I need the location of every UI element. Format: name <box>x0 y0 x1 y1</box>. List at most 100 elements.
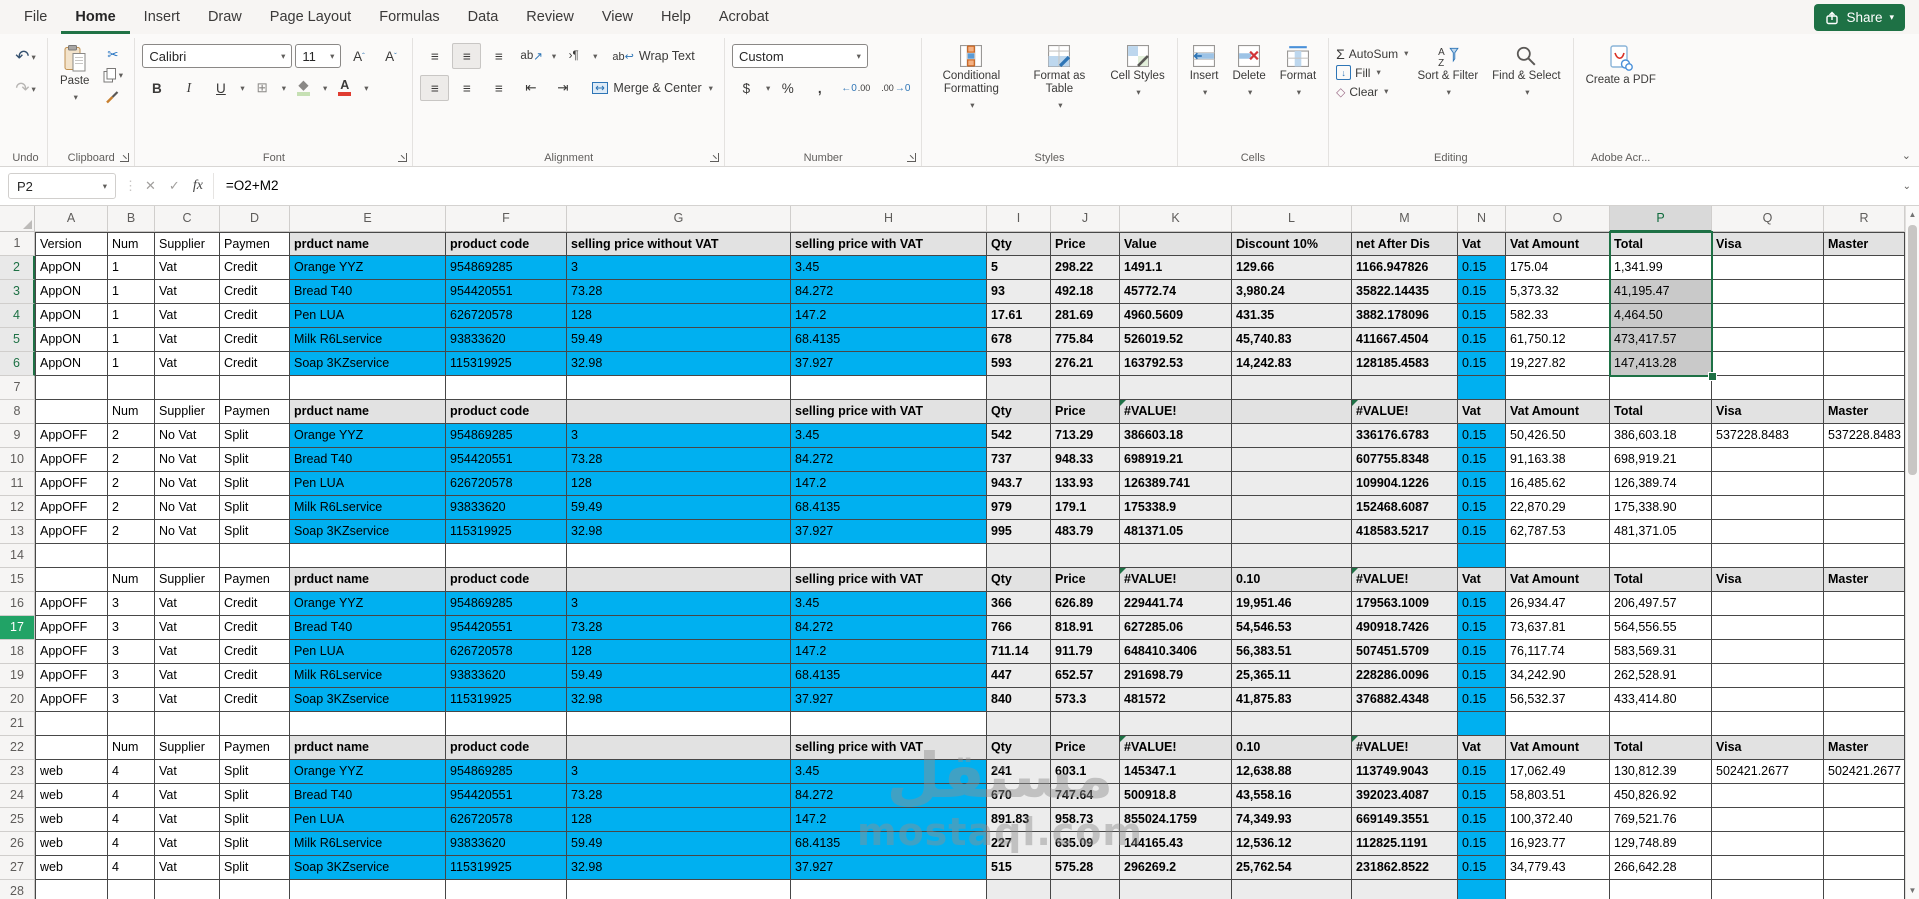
menu-tab-file[interactable]: File <box>10 0 61 34</box>
cell-B15[interactable]: Num <box>108 568 155 592</box>
cell-L27[interactable]: 25,762.54 <box>1232 856 1352 880</box>
cell-N23[interactable]: 0.15 <box>1458 760 1506 784</box>
cell-C7[interactable] <box>155 376 220 400</box>
cell-F2[interactable]: 954869285 <box>446 256 567 280</box>
cell-K18[interactable]: 648410.3406 <box>1120 640 1232 664</box>
cell-N15[interactable]: Vat <box>1458 568 1506 592</box>
cell-A7[interactable] <box>35 376 108 400</box>
cell-F7[interactable] <box>446 376 567 400</box>
cell-F10[interactable]: 954420551 <box>446 448 567 472</box>
format-painter-button[interactable] <box>98 86 127 107</box>
cell-D18[interactable]: Credit <box>220 640 290 664</box>
cell-N26[interactable]: 0.15 <box>1458 832 1506 856</box>
cell-O14[interactable] <box>1506 544 1610 568</box>
menu-tab-review[interactable]: Review <box>512 0 588 34</box>
font-name-select[interactable]: Calibri▾ <box>142 44 292 68</box>
cell-L10[interactable] <box>1232 448 1352 472</box>
formula-input[interactable]: =O2+M2 <box>213 173 1911 199</box>
cell-C15[interactable]: Supplier <box>155 568 220 592</box>
align-middle-button[interactable]: ≡ <box>452 43 481 69</box>
cell-N17[interactable]: 0.15 <box>1458 616 1506 640</box>
cell-G28[interactable] <box>567 880 791 899</box>
cell-L21[interactable] <box>1232 712 1352 736</box>
row-header-3[interactable]: 3 <box>0 280 35 304</box>
cell-K4[interactable]: 4960.5609 <box>1120 304 1232 328</box>
row-header-14[interactable]: 14 <box>0 544 35 568</box>
cell-D13[interactable]: Split <box>220 520 290 544</box>
cell-J13[interactable]: 483.79 <box>1051 520 1120 544</box>
cell-Q4[interactable] <box>1712 304 1824 328</box>
number-dialog-launcher[interactable] <box>907 153 916 162</box>
cell-A3[interactable]: AppON <box>35 280 108 304</box>
cell-R7[interactable] <box>1824 376 1905 400</box>
cell-K12[interactable]: 175338.9 <box>1120 496 1232 520</box>
cell-R10[interactable] <box>1824 448 1905 472</box>
cell-N28[interactable] <box>1458 880 1506 899</box>
cell-D19[interactable]: Credit <box>220 664 290 688</box>
cell-H2[interactable]: 3.45 <box>791 256 987 280</box>
cell-E22[interactable]: prduct name <box>290 736 446 760</box>
conditional-formatting-button[interactable]: Conditional Formatting ▾ <box>929 42 1013 115</box>
cell-G10[interactable]: 73.28 <box>567 448 791 472</box>
cell-M19[interactable]: 228286.0096 <box>1352 664 1458 688</box>
cell-J1[interactable]: Price <box>1051 232 1120 256</box>
cell-L18[interactable]: 56,383.51 <box>1232 640 1352 664</box>
cell-F14[interactable] <box>446 544 567 568</box>
delete-cells-button[interactable]: Delete ▾ <box>1227 42 1270 102</box>
cell-E6[interactable]: Soap 3KZservice <box>290 352 446 376</box>
col-header-K[interactable]: K <box>1120 206 1232 232</box>
cell-P21[interactable] <box>1610 712 1712 736</box>
cell-C17[interactable]: Vat <box>155 616 220 640</box>
cell-I4[interactable]: 17.61 <box>987 304 1051 328</box>
cell-N6[interactable]: 0.15 <box>1458 352 1506 376</box>
row-header-20[interactable]: 20 <box>0 688 35 712</box>
cell-I21[interactable] <box>987 712 1051 736</box>
cell-O18[interactable]: 76,117.74 <box>1506 640 1610 664</box>
menu-tab-formulas[interactable]: Formulas <box>365 0 453 34</box>
cell-R2[interactable] <box>1824 256 1905 280</box>
cell-J16[interactable]: 626.89 <box>1051 592 1120 616</box>
cell-Q15[interactable]: Visa <box>1712 568 1824 592</box>
cell-A1[interactable]: Version <box>35 232 108 256</box>
cell-P11[interactable]: 126,389.74 <box>1610 472 1712 496</box>
cell-M4[interactable]: 3882.178096 <box>1352 304 1458 328</box>
cell-N2[interactable]: 0.15 <box>1458 256 1506 280</box>
cell-I2[interactable]: 5 <box>987 256 1051 280</box>
cell-E3[interactable]: Bread T40 <box>290 280 446 304</box>
cell-Q2[interactable] <box>1712 256 1824 280</box>
cell-M13[interactable]: 418583.5217 <box>1352 520 1458 544</box>
cell-E21[interactable] <box>290 712 446 736</box>
cell-F27[interactable]: 115319925 <box>446 856 567 880</box>
align-center-button[interactable]: ≡ <box>452 75 481 101</box>
cell-K21[interactable] <box>1120 712 1232 736</box>
expand-formula-bar-chevron-icon[interactable]: ⌄ <box>1903 181 1911 192</box>
cell-P8[interactable]: Total <box>1610 400 1712 424</box>
cell-H15[interactable]: selling price with VAT <box>791 568 987 592</box>
cell-B2[interactable]: 1 <box>108 256 155 280</box>
cell-I27[interactable]: 515 <box>987 856 1051 880</box>
cell-P22[interactable]: Total <box>1610 736 1712 760</box>
row-header-8[interactable]: 8 <box>0 400 35 424</box>
cell-L9[interactable] <box>1232 424 1352 448</box>
cell-H7[interactable] <box>791 376 987 400</box>
row-header-7[interactable]: 7 <box>0 376 35 400</box>
cell-Q8[interactable]: Visa <box>1712 400 1824 424</box>
cell-H17[interactable]: 84.272 <box>791 616 987 640</box>
cell-P9[interactable]: 386,603.18 <box>1610 424 1712 448</box>
cell-F19[interactable]: 93833620 <box>446 664 567 688</box>
cell-C27[interactable]: Vat <box>155 856 220 880</box>
cell-R21[interactable] <box>1824 712 1905 736</box>
cell-B3[interactable]: 1 <box>108 280 155 304</box>
cell-H23[interactable]: 3.45 <box>791 760 987 784</box>
align-left-button[interactable]: ≡ <box>420 75 449 101</box>
fill-button[interactable]: ↓Fill▾ <box>1336 63 1408 82</box>
align-top-button[interactable]: ≡ <box>420 43 449 69</box>
cell-F13[interactable]: 115319925 <box>446 520 567 544</box>
cell-M16[interactable]: 179563.1009 <box>1352 592 1458 616</box>
cell-F17[interactable]: 954420551 <box>446 616 567 640</box>
cell-K9[interactable]: 386603.18 <box>1120 424 1232 448</box>
cell-G19[interactable]: 59.49 <box>567 664 791 688</box>
cell-A26[interactable]: web <box>35 832 108 856</box>
cell-N10[interactable]: 0.15 <box>1458 448 1506 472</box>
cell-R14[interactable] <box>1824 544 1905 568</box>
